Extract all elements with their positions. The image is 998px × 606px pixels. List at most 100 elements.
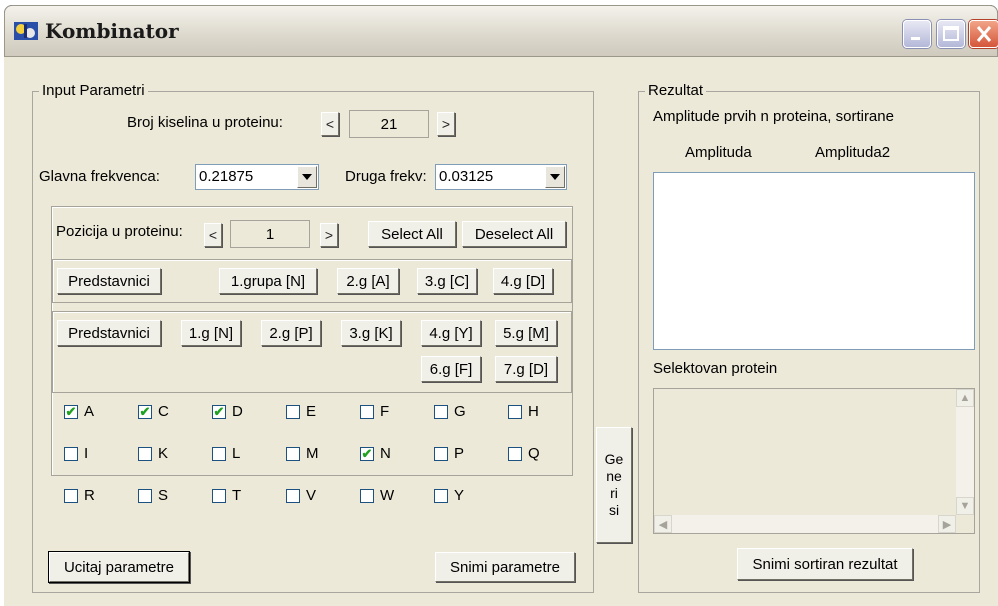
checkbox-r[interactable]: R bbox=[64, 487, 95, 504]
save-sorted-result-button[interactable]: Snimi sortiran rezultat bbox=[737, 548, 913, 580]
title-bar[interactable]: Kombinator bbox=[4, 5, 998, 57]
checkbox-e[interactable]: E bbox=[286, 403, 316, 420]
checkmark-icon[interactable]: ✔ bbox=[138, 404, 152, 419]
scroll-down-icon[interactable]: ▼ bbox=[956, 497, 974, 515]
checkbox-k[interactable]: K bbox=[138, 445, 168, 462]
position-value: 1 bbox=[230, 220, 310, 248]
g4-button[interactable]: 4.g [Y] bbox=[421, 320, 481, 346]
checkbox-box[interactable] bbox=[286, 404, 300, 419]
checkbox-label: C bbox=[158, 403, 169, 420]
select-all-button[interactable]: Select All bbox=[368, 221, 456, 247]
checkbox-box[interactable] bbox=[434, 488, 448, 503]
g1-button[interactable]: 1.g [N] bbox=[181, 320, 241, 346]
checkbox-box[interactable] bbox=[138, 488, 152, 503]
group-row-1: Predstavnici 1.grupa [N] 2.g [A] 3.g [C]… bbox=[52, 259, 572, 303]
checkbox-box[interactable] bbox=[286, 488, 300, 503]
group-3-button[interactable]: 3.g [C] bbox=[417, 268, 477, 294]
checkmark-icon[interactable]: ✔ bbox=[64, 404, 78, 419]
position-decrement[interactable]: < bbox=[204, 223, 222, 247]
checkbox-n[interactable]: ✔ N bbox=[360, 445, 391, 462]
checkbox-q[interactable]: Q bbox=[508, 445, 540, 462]
checkbox-p[interactable]: P bbox=[434, 445, 464, 462]
position-increment[interactable]: > bbox=[320, 223, 338, 247]
acid-count-increment[interactable]: > bbox=[437, 112, 455, 136]
checkbox-box[interactable] bbox=[360, 488, 374, 503]
minimize-button[interactable] bbox=[903, 20, 931, 48]
representatives-button-2[interactable]: Predstavnici bbox=[57, 320, 161, 346]
chevron-down-icon[interactable] bbox=[297, 166, 317, 188]
checkbox-g[interactable]: G bbox=[434, 403, 466, 420]
close-button[interactable] bbox=[969, 20, 998, 48]
checkbox-label: W bbox=[380, 487, 395, 504]
checkbox-i[interactable]: I bbox=[64, 445, 88, 462]
checkbox-v[interactable]: V bbox=[286, 487, 316, 504]
main-freq-select[interactable]: 0.21875 bbox=[195, 164, 319, 190]
g2-button[interactable]: 2.g [P] bbox=[261, 320, 321, 346]
main-freq-value: 0.21875 bbox=[199, 168, 254, 185]
checkbox-box[interactable] bbox=[212, 488, 226, 503]
g5-button[interactable]: 5.g [M] bbox=[495, 320, 557, 346]
checkbox-box[interactable] bbox=[434, 446, 448, 461]
checkbox-box[interactable] bbox=[286, 446, 300, 461]
acid-count-label: Broj kiselina u proteinu: bbox=[127, 114, 283, 131]
checkbox-label: Q bbox=[528, 445, 540, 462]
window-title: Kombinator bbox=[45, 19, 179, 43]
checkbox-label: V bbox=[306, 487, 317, 504]
vertical-scrollbar[interactable]: ▲ ▼ bbox=[956, 389, 974, 515]
checkbox-box[interactable] bbox=[508, 446, 522, 461]
selected-protein-box[interactable]: ▲ ▼ ◀ ▶ bbox=[653, 388, 975, 534]
position-panel: Pozicija u proteinu: < 1 > Select All De… bbox=[51, 206, 573, 504]
checkbox-box[interactable] bbox=[508, 404, 522, 419]
scroll-left-icon[interactable]: ◀ bbox=[654, 515, 672, 533]
g7-button[interactable]: 7.g [D] bbox=[495, 356, 557, 382]
checkbox-h[interactable]: H bbox=[508, 403, 539, 420]
checkbox-box[interactable] bbox=[64, 446, 78, 461]
checkbox-box[interactable] bbox=[138, 446, 152, 461]
acid-count-decrement[interactable]: < bbox=[321, 112, 339, 136]
checkbox-t[interactable]: T bbox=[212, 487, 241, 504]
checkbox-box[interactable] bbox=[360, 404, 374, 419]
group-1-button[interactable]: 1.grupa [N] bbox=[219, 268, 317, 294]
generate-button[interactable]: Ge ne ri si bbox=[596, 427, 632, 543]
checkbox-box[interactable] bbox=[434, 404, 448, 419]
minimize-icon bbox=[911, 37, 920, 40]
checkbox-m[interactable]: M bbox=[286, 445, 319, 462]
scroll-up-icon[interactable]: ▲ bbox=[956, 389, 974, 407]
results-list[interactable] bbox=[653, 172, 975, 350]
checkbox-a[interactable]: ✔ A bbox=[64, 403, 94, 420]
generate-label-3: ri bbox=[610, 485, 618, 501]
chevron-down-icon[interactable] bbox=[545, 166, 565, 188]
checkbox-c[interactable]: ✔ C bbox=[138, 403, 169, 420]
checkbox-box[interactable] bbox=[64, 488, 78, 503]
checkbox-d[interactable]: ✔ D bbox=[212, 403, 243, 420]
app-icon bbox=[14, 22, 38, 40]
second-freq-select[interactable]: 0.03125 bbox=[435, 164, 567, 190]
checkbox-l[interactable]: L bbox=[212, 445, 240, 462]
checkbox-y[interactable]: Y bbox=[434, 487, 464, 504]
scroll-right-icon[interactable]: ▶ bbox=[938, 515, 956, 533]
checkbox-label: P bbox=[454, 445, 465, 462]
save-params-button[interactable]: Snimi parametre bbox=[435, 552, 575, 582]
checkbox-s[interactable]: S bbox=[138, 487, 168, 504]
input-params-group: Input Parametri Broj kiselina u proteinu… bbox=[32, 82, 594, 593]
load-params-button[interactable]: Ucitaj parametre bbox=[49, 552, 189, 582]
checkbox-label: K bbox=[158, 445, 169, 462]
maximize-button[interactable] bbox=[937, 20, 965, 48]
selected-protein-label: Selektovan protein bbox=[653, 360, 778, 377]
result-heading: Amplitude prvih n proteina, sortirane bbox=[653, 108, 894, 125]
group-4-button[interactable]: 4.g [D] bbox=[493, 268, 553, 294]
close-icon bbox=[976, 26, 992, 42]
representatives-button-1[interactable]: Predstavnici bbox=[57, 268, 161, 294]
group-2-button[interactable]: 2.g [A] bbox=[337, 268, 399, 294]
group-row-2: Predstavnici 1.g [N] 2.g [P] 3.g [K] 4.g… bbox=[52, 311, 572, 393]
checkbox-f[interactable]: F bbox=[360, 403, 389, 420]
g6-button[interactable]: 6.g [F] bbox=[421, 356, 481, 382]
g3-button[interactable]: 3.g [K] bbox=[341, 320, 401, 346]
horizontal-scrollbar[interactable]: ◀ ▶ bbox=[654, 515, 956, 533]
checkmark-icon[interactable]: ✔ bbox=[360, 446, 374, 461]
deselect-all-button[interactable]: Deselect All bbox=[462, 221, 566, 247]
checkmark-icon[interactable]: ✔ bbox=[212, 404, 226, 419]
checkbox-w[interactable]: W bbox=[360, 487, 394, 504]
checkbox-box[interactable] bbox=[212, 446, 226, 461]
result-group: Rezultat Amplitude prvih n proteina, sor… bbox=[638, 82, 980, 593]
